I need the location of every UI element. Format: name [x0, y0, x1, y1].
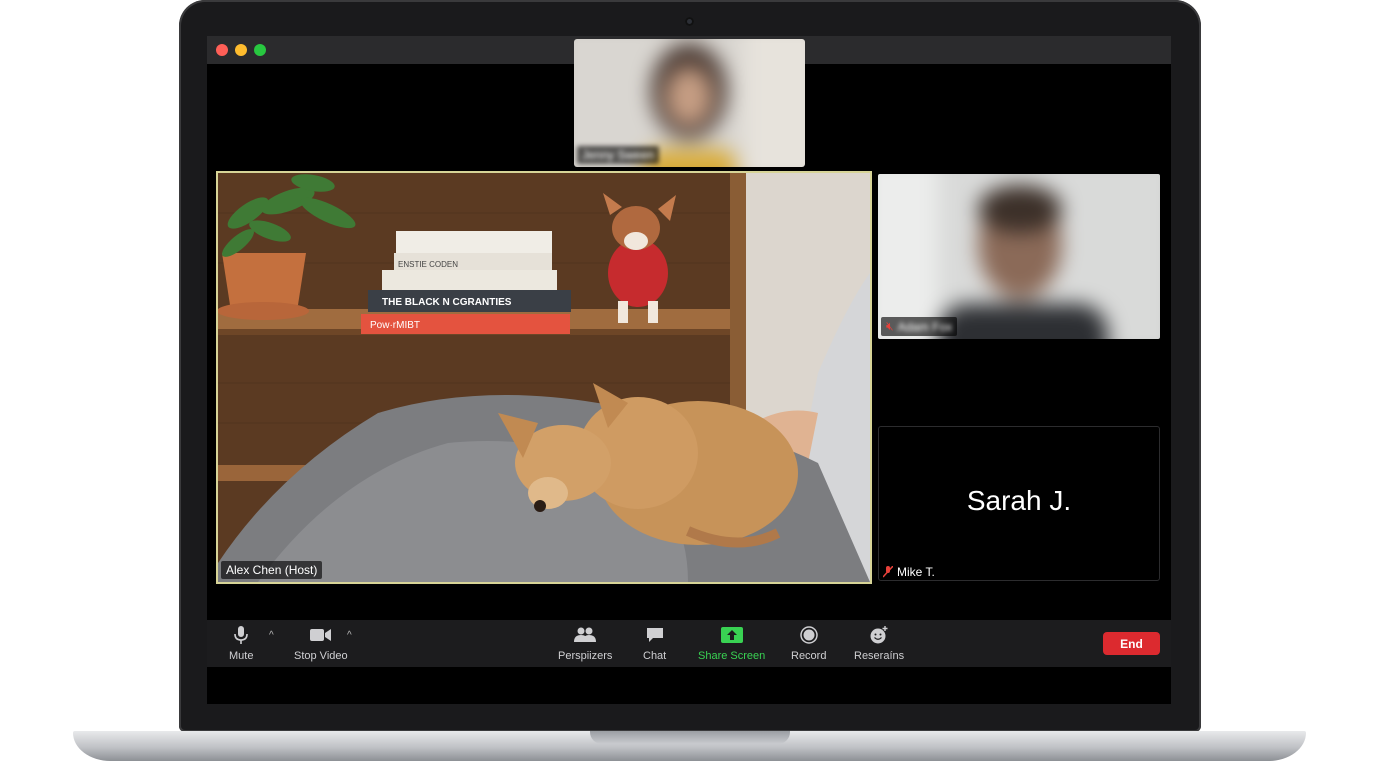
mic-muted-icon: 🔇︎ — [886, 319, 894, 333]
book-title-black: THE BLACK N CGRANTIES — [382, 297, 512, 308]
participant-tile-top[interactable]: Jenny Sween — [574, 39, 805, 167]
chat-label: Chat — [643, 650, 667, 662]
participant-video — [878, 174, 1160, 339]
share-screen-icon — [720, 624, 743, 646]
participant-name: Jenny Sween — [577, 146, 660, 164]
speaker-video: Pow·rMIBT THE BLACK N CGRANTIES ENSTIE C… — [218, 173, 870, 582]
chat-button[interactable]: Chat — [643, 624, 666, 662]
participant-tile-audio-only[interactable]: Sarah J. Mike T. — [878, 426, 1160, 581]
participants-button[interactable]: Perspiizers — [558, 624, 612, 662]
smiley-plus-icon — [869, 624, 889, 646]
zoom-window: Jenny Sween Pow·rMIBT THE BLACK N CGRANT… — [207, 36, 1171, 704]
mute-button[interactable]: Mute — [229, 624, 253, 662]
participants-label: Perspiizers — [558, 650, 613, 662]
record-icon — [799, 624, 818, 646]
participant-label-text: Mike T. — [897, 565, 935, 579]
participant-display-name: Sarah J. — [966, 485, 1072, 516]
mic-muted-icon — [883, 566, 893, 578]
book-title-red: Pow·rMIBT — [370, 320, 420, 331]
participant-label: Mike T. — [883, 565, 935, 579]
laptop-notch — [590, 731, 790, 744]
participant-name: 🔇︎ Adam Fox — [881, 317, 958, 336]
reactions-button[interactable]: Reseraíns — [854, 624, 904, 662]
audio-options-chevron-icon[interactable]: ^ — [269, 630, 274, 641]
microphone-icon — [234, 624, 249, 646]
minimize-window-button[interactable] — [235, 44, 247, 56]
end-meeting-button[interactable]: End — [1103, 632, 1160, 655]
maximize-window-button[interactable] — [254, 44, 266, 56]
record-button[interactable]: Record — [791, 624, 826, 662]
video-options-chevron-icon[interactable]: ^ — [347, 630, 352, 641]
video-camera-icon — [309, 624, 332, 646]
meeting-toolbar: Mute ^ Stop Video ^ Perspiizers Chat Sha… — [207, 620, 1171, 667]
participant-name-text: Adam Fox — [897, 319, 953, 334]
mute-label: Mute — [229, 650, 254, 662]
share-screen-button[interactable]: Share Screen — [698, 624, 765, 662]
participant-tile-right[interactable]: 🔇︎ Adam Fox — [878, 174, 1160, 339]
participant-name: Alex Chen (Host) — [221, 561, 323, 579]
share-screen-label: Share Screen — [698, 650, 766, 662]
active-speaker-tile[interactable]: Pow·rMIBT THE BLACK N CGRANTIES ENSTIE C… — [216, 171, 872, 584]
close-window-button[interactable] — [216, 44, 228, 56]
chat-bubble-icon — [646, 624, 664, 646]
participants-icon — [574, 624, 597, 646]
stop-video-label: Stop Video — [294, 650, 348, 662]
record-label: Record — [791, 650, 827, 662]
stop-video-button[interactable]: Stop Video — [294, 624, 348, 662]
webcam — [685, 17, 694, 26]
book-title-white: ENSTIE CODEN — [398, 260, 458, 269]
reactions-label: Reseraíns — [854, 650, 905, 662]
